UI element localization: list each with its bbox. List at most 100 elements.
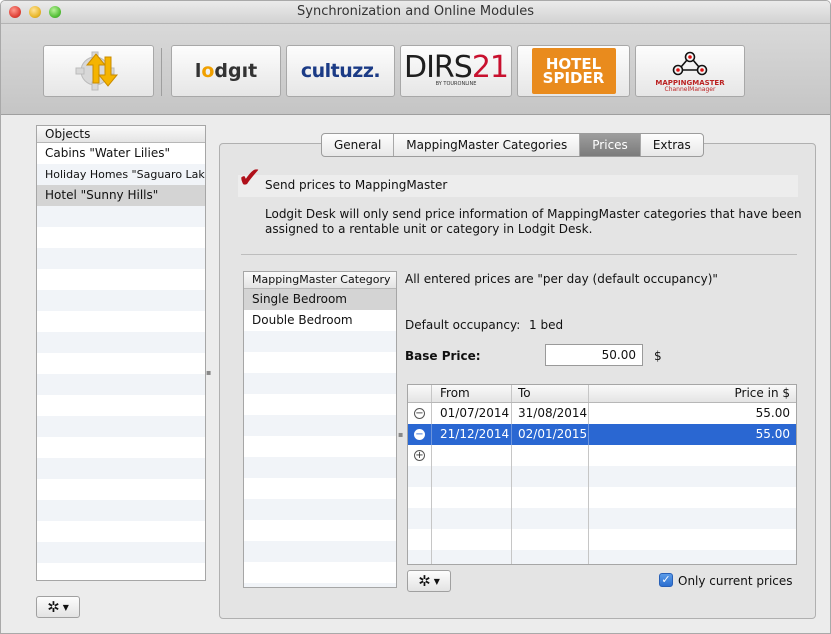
gear-icon: ✲ — [47, 598, 60, 616]
empty-row — [244, 499, 396, 520]
empty-row — [244, 331, 396, 352]
empty-row — [37, 269, 205, 290]
cell-price[interactable]: 55.00 — [589, 424, 796, 445]
currency-label: $ — [654, 349, 662, 363]
empty-row — [244, 394, 396, 415]
lodgit-logo: lodgıt — [194, 60, 258, 82]
list-item[interactable]: Single Bedroom — [244, 289, 396, 310]
mappingmaster-logo: MAPPINGMASTER ChannelManager — [655, 50, 725, 93]
empty-row — [244, 436, 396, 457]
title-bar: Synchronization and Online Modules — [1, 1, 830, 24]
category-list[interactable]: MappingMaster Category Single Bedroom Do… — [243, 271, 397, 588]
empty-row — [37, 395, 205, 416]
empty-row — [37, 206, 205, 227]
tab-mappingmaster-categories[interactable]: MappingMaster Categories — [393, 134, 579, 156]
empty-row — [244, 583, 396, 587]
send-prices-checkbox[interactable]: ✔ — [238, 164, 261, 192]
base-price-label: Base Price: — [405, 349, 481, 363]
window-title: Synchronization and Online Modules — [297, 4, 534, 19]
split-view-handle[interactable]: ▪ — [398, 430, 403, 439]
toolbar: lodgıt cultuzz. DIRS21 BY TOURONLINE HOTE… — [1, 24, 830, 115]
cell-to[interactable]: 02/01/2015 — [512, 424, 589, 445]
remove-row-icon[interactable]: − — [414, 429, 425, 440]
hotelspider-module-button[interactable]: HOTEL SPIDER — [517, 45, 630, 97]
toolbar-separator — [161, 48, 162, 96]
lodgit-module-button[interactable]: lodgıt — [171, 45, 281, 97]
empty-row — [408, 529, 796, 550]
empty-row — [37, 416, 205, 437]
tab-general[interactable]: General — [322, 134, 393, 156]
empty-row — [37, 437, 205, 458]
empty-row — [37, 458, 205, 479]
info-text: Lodgit Desk will only send price informa… — [265, 207, 802, 236]
objects-action-button[interactable]: ✲ ▼ — [36, 596, 80, 618]
empty-row — [37, 521, 205, 542]
hotelspider-logo: HOTEL SPIDER — [531, 48, 616, 94]
only-current-prices-checkbox[interactable]: ✓ — [659, 573, 673, 587]
dirs21-module-button[interactable]: DIRS21 BY TOURONLINE — [400, 45, 512, 97]
empty-row — [244, 457, 396, 478]
split-view-handle[interactable]: ▪ — [206, 368, 211, 377]
empty-row — [37, 290, 205, 311]
empty-row — [244, 478, 396, 499]
remove-row-icon[interactable]: − — [414, 408, 425, 419]
objects-list[interactable]: Objects Cabins "Water Lilies" Holiday Ho… — [36, 125, 206, 581]
empty-row — [37, 248, 205, 269]
gear-icon: ✲ — [418, 572, 431, 590]
list-item[interactable]: Cabins "Water Lilies" — [37, 143, 205, 164]
sync-gear-icon — [75, 51, 118, 91]
table-row[interactable]: − 01/07/2014 31/08/2014 55.00 — [408, 403, 796, 424]
empty-row — [37, 563, 205, 580]
empty-row — [37, 353, 205, 374]
header-from[interactable]: From — [432, 385, 512, 402]
default-occupancy-label: Default occupancy: — [405, 318, 521, 332]
dirs21-logo: DIRS21 BY TOURONLINE — [403, 50, 509, 88]
empty-row — [244, 373, 396, 394]
cell-price[interactable]: 55.00 — [589, 403, 796, 424]
empty-row — [37, 227, 205, 248]
network-nodes-icon — [672, 51, 708, 75]
price-action-button[interactable]: ✲ ▼ — [407, 570, 451, 592]
empty-row — [244, 541, 396, 562]
header-to[interactable]: To — [512, 385, 589, 402]
sync-settings-button[interactable] — [43, 45, 154, 97]
cultuzz-logo: cultuzz. — [300, 60, 381, 82]
window: Synchronization and Online Modules lodgı… — [0, 0, 831, 634]
mappingmaster-module-button[interactable]: MAPPINGMASTER ChannelManager — [635, 45, 745, 97]
default-occupancy-value: 1 bed — [529, 318, 564, 332]
chevron-down-icon: ▼ — [62, 602, 69, 612]
list-item[interactable]: Double Bedroom — [244, 310, 396, 331]
empty-row — [408, 466, 796, 487]
cell-from[interactable]: 01/07/2014 — [432, 403, 512, 424]
header-price[interactable]: Price in $ — [589, 385, 796, 402]
empty-row — [408, 487, 796, 508]
header-action — [408, 385, 432, 402]
price-periods-table[interactable]: From To Price in $ − 01/07/2014 31/08/20… — [407, 384, 797, 565]
tab-bar: General MappingMaster Categories Prices … — [321, 133, 704, 157]
add-row-icon[interactable]: + — [414, 450, 425, 461]
objects-header: Objects — [37, 126, 205, 143]
empty-row — [37, 500, 205, 521]
divider — [241, 254, 797, 255]
send-prices-label[interactable]: Send prices to MappingMaster — [265, 178, 447, 192]
per-day-note: All entered prices are "per day (default… — [405, 272, 718, 286]
empty-row — [37, 479, 205, 500]
cultuzz-module-button[interactable]: cultuzz. — [286, 45, 395, 97]
only-current-prices-label[interactable]: Only current prices — [678, 574, 793, 588]
empty-row — [37, 374, 205, 395]
cell-to[interactable]: 31/08/2014 — [512, 403, 589, 424]
list-item[interactable]: Hotel "Sunny Hills" — [37, 185, 205, 206]
empty-row — [244, 520, 396, 541]
tab-prices[interactable]: Prices — [579, 134, 640, 156]
base-price-input[interactable]: 50.00 — [545, 344, 643, 366]
table-row[interactable]: − 21/12/2014 02/01/2015 55.00 — [408, 424, 796, 445]
tab-extras[interactable]: Extras — [639, 134, 703, 156]
list-item[interactable]: Holiday Homes "Saguaro Lake" — [37, 164, 205, 185]
empty-row — [37, 542, 205, 563]
table-header: From To Price in $ — [408, 385, 796, 403]
empty-row — [244, 352, 396, 373]
add-row[interactable]: + — [408, 445, 796, 466]
category-header: MappingMaster Category — [244, 272, 396, 289]
cell-from[interactable]: 21/12/2014 — [432, 424, 512, 445]
empty-row — [37, 311, 205, 332]
